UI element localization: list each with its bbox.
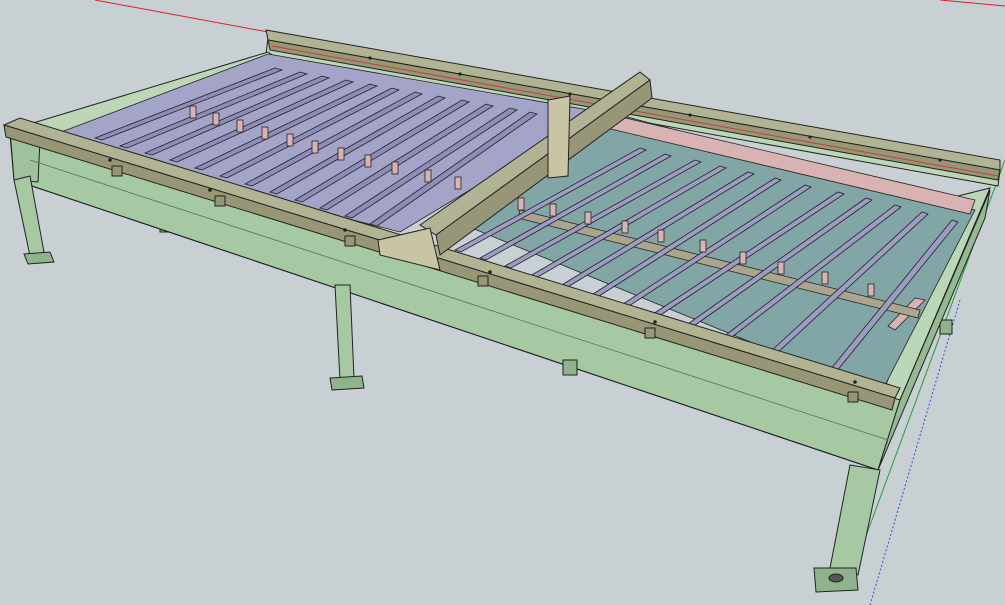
red-axis-line-right xyxy=(939,0,1005,7)
modeling-viewport[interactable] xyxy=(0,0,1005,605)
leg-back-middle xyxy=(562,359,578,376)
gantry-right-carriage xyxy=(547,95,571,179)
leg-front-right xyxy=(829,464,881,576)
foot-front-left xyxy=(23,251,55,265)
3d-scene[interactable] xyxy=(0,0,1005,605)
foot-front-middle xyxy=(329,375,365,391)
leg-front-middle xyxy=(334,284,355,381)
leg-back-right xyxy=(939,319,953,335)
red-axis-line xyxy=(94,0,269,33)
